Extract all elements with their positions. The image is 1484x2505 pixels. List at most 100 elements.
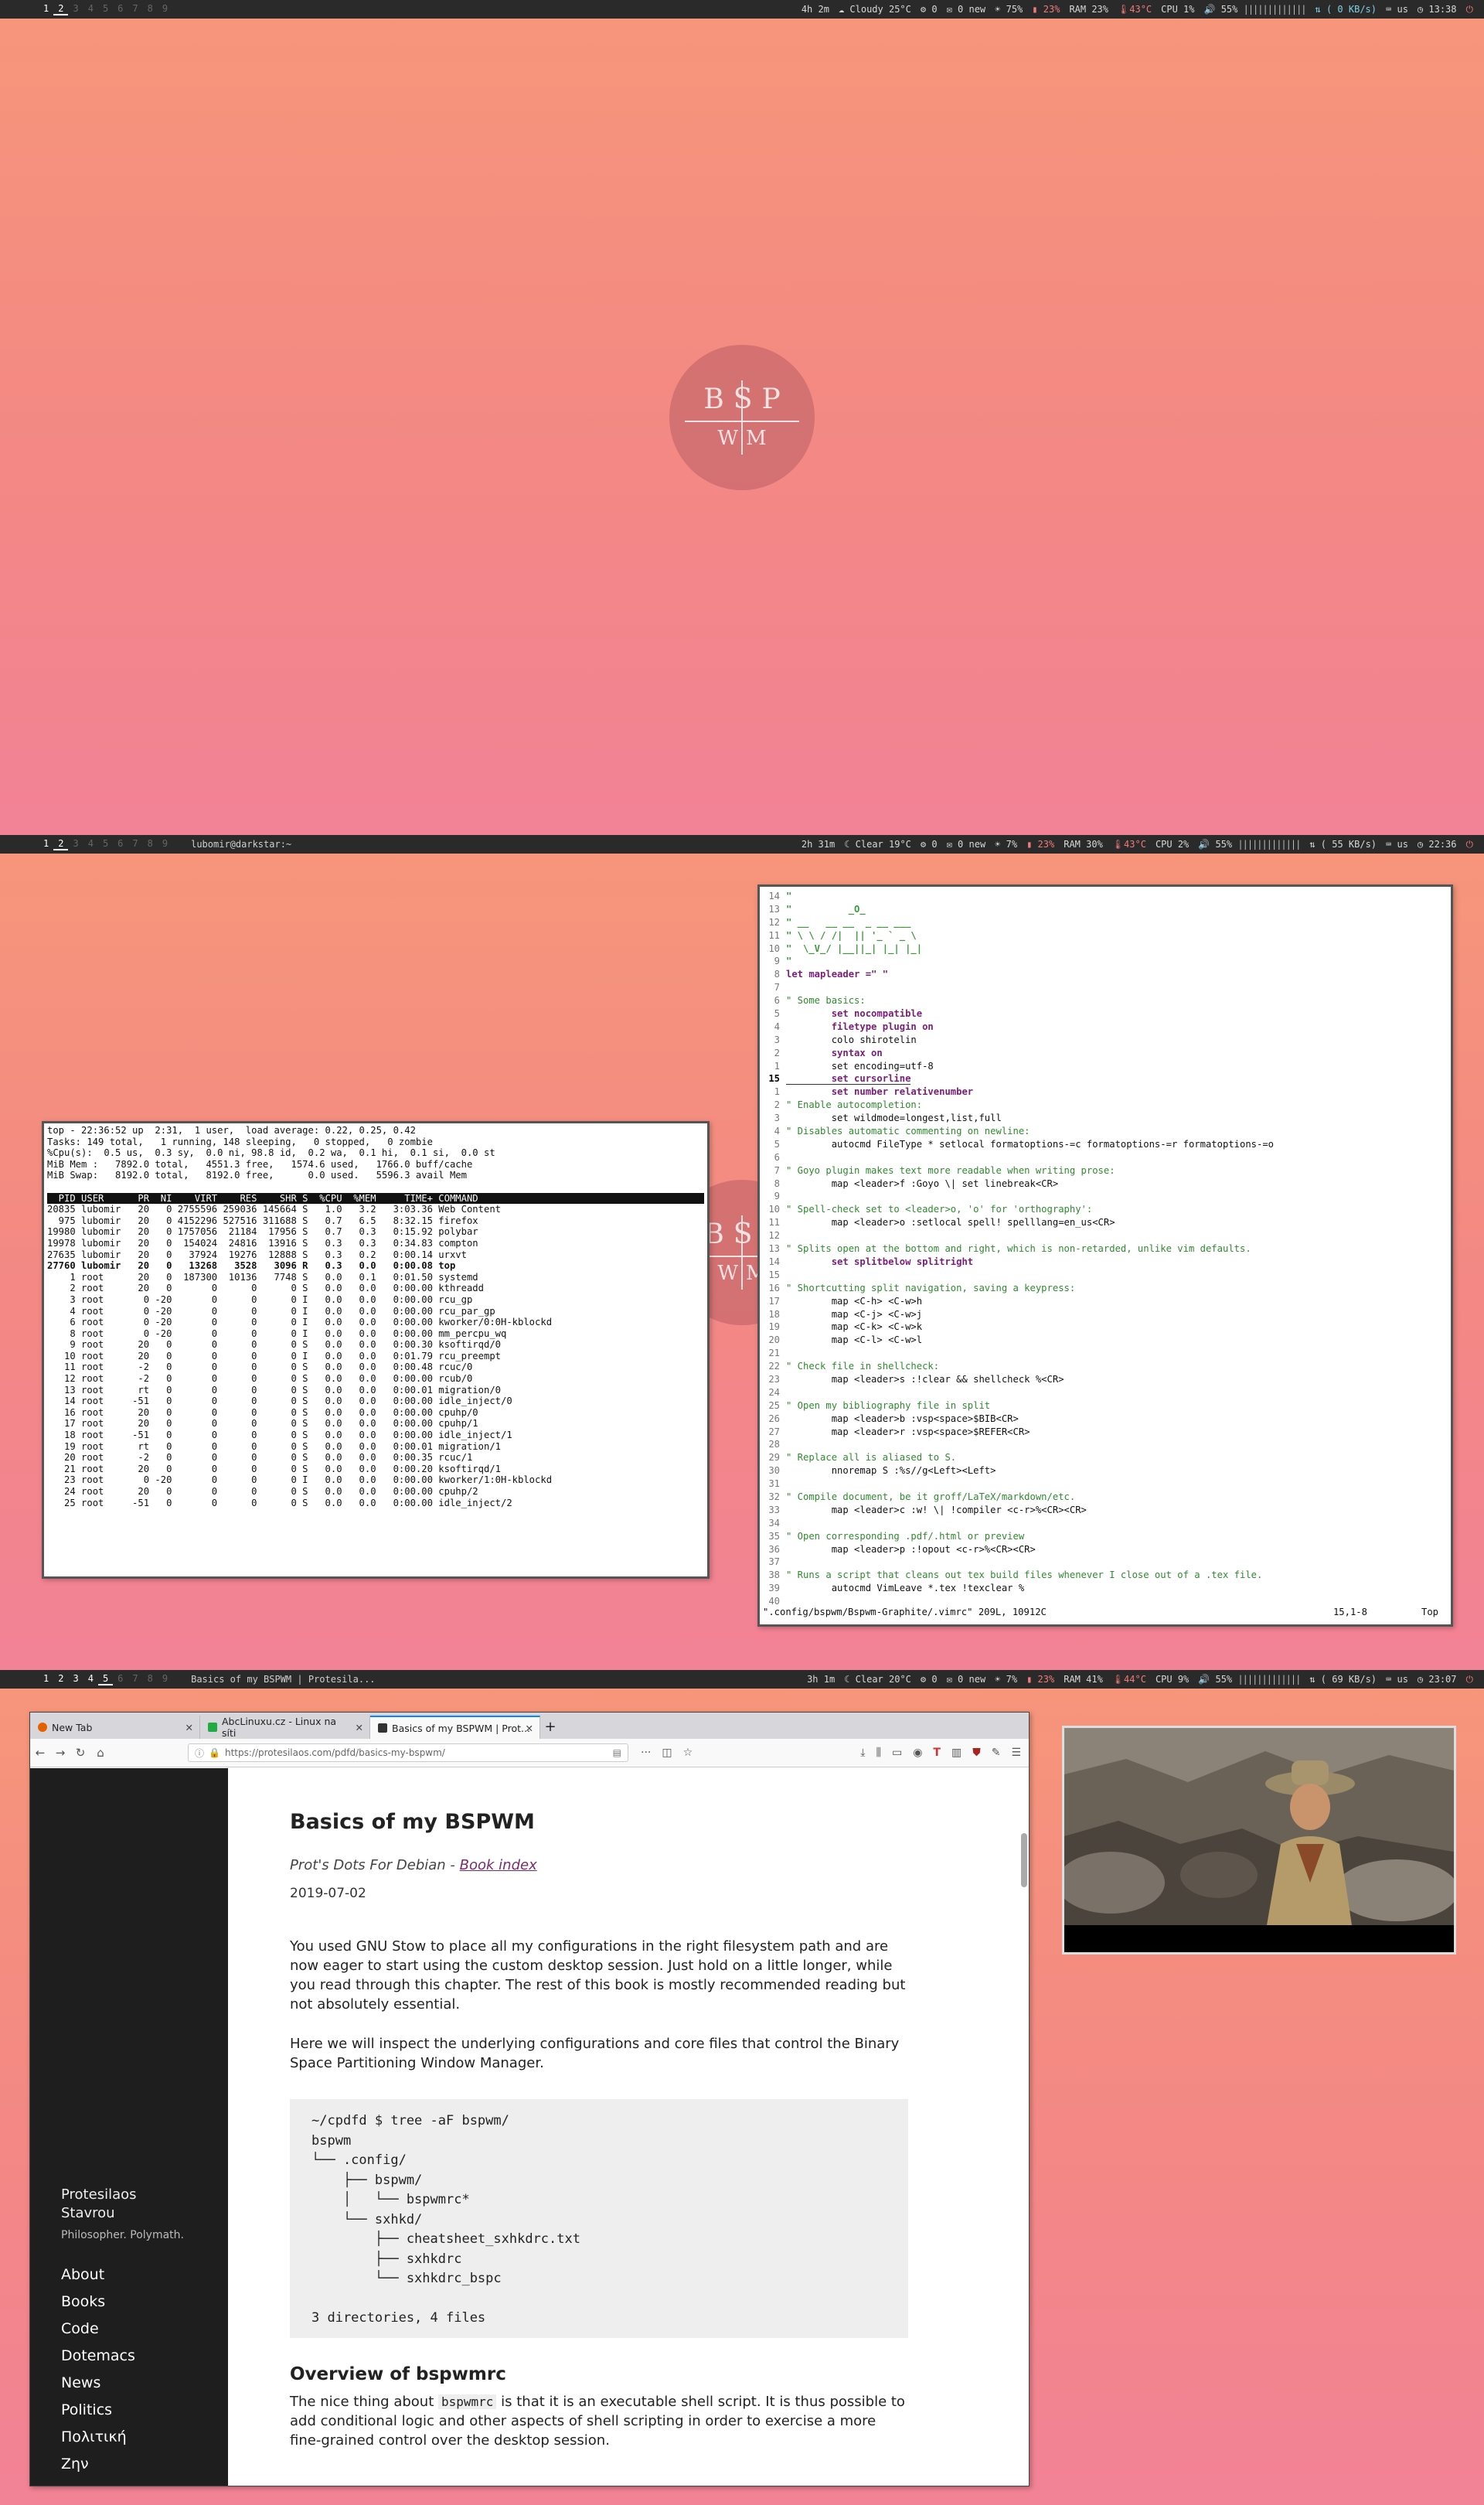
workspace-5[interactable]: 5 xyxy=(98,3,113,15)
site-favicon-icon xyxy=(208,1723,217,1732)
process-row: 21 root 20 0 0 0 0 S 0.0 0.0 0:00.20 kso… xyxy=(47,1463,501,1474)
volume-bar[interactable]: ||||||||||||| xyxy=(1244,4,1307,15)
workspace-1[interactable]: 1 xyxy=(39,838,53,850)
nav-link-about[interactable]: About xyxy=(61,2261,135,2289)
workspace-6[interactable]: 6 xyxy=(113,1673,128,1685)
back-icon[interactable]: ← xyxy=(30,1746,50,1760)
vim-line: 10 " \_V_/ |__||_| |_| |_| xyxy=(763,942,1448,956)
workspace-7[interactable]: 7 xyxy=(128,838,142,850)
download-icon[interactable]: ⤓ xyxy=(860,1747,865,1759)
tab-basics-bspwm[interactable]: Basics of my BSPWM | Prot... ✕ xyxy=(370,1716,540,1739)
top-terminal-window[interactable]: top - 22:36:52 up 2:31, 1 user, load ave… xyxy=(42,1121,710,1579)
workspace-7[interactable]: 7 xyxy=(128,1673,142,1685)
bookmark-star-icon[interactable]: ☆ xyxy=(683,1747,693,1759)
workspace-list[interactable]: 1 2 3 4 5 6 7 8 9 xyxy=(39,838,172,850)
nav-bar: ← → ↻ ⌂ ⓘ 🔒 https://protesilaos.com/pdfd… xyxy=(30,1739,1029,1767)
reader-view-icon[interactable]: ▤ xyxy=(613,1747,621,1758)
site-author[interactable]: Protesilaos Stavrou xyxy=(61,2186,137,2223)
extension-reader-icon[interactable]: ▥ xyxy=(951,1747,962,1759)
workspace-4[interactable]: 4 xyxy=(83,838,98,850)
workspace-list[interactable]: 1 2 3 4 5 6 7 8 9 xyxy=(39,1673,172,1685)
extension-t-icon[interactable]: T xyxy=(933,1747,941,1759)
account-icon[interactable]: ◉ xyxy=(913,1747,922,1759)
workspace-7[interactable]: 7 xyxy=(128,3,142,15)
process-row: 19978 lubomir 20 0 154024 24816 13916 S … xyxy=(47,1237,478,1249)
volume[interactable]: 🔊 55% ||||||||||||| xyxy=(1198,1674,1301,1685)
top-column-header: PID USER PR NI VIRT RES SHR S %CPU %MEM … xyxy=(47,1192,704,1205)
vim-line: 1 set number relativenumber xyxy=(763,1086,1448,1099)
library-icon[interactable]: ⫼ xyxy=(876,1747,881,1759)
workspace-8[interactable]: 8 xyxy=(143,1673,158,1685)
volume[interactable]: 🔊 55% ||||||||||||| xyxy=(1204,4,1307,15)
new-tab-button[interactable]: + xyxy=(540,1716,560,1739)
workspace-4[interactable]: 4 xyxy=(83,1673,98,1685)
workspace-2[interactable]: 2 xyxy=(53,838,69,850)
nav-link-news[interactable]: News xyxy=(61,2370,135,2397)
line-number: 20 xyxy=(768,1334,780,1346)
workspace-list[interactable]: 1 2 3 4 5 6 7 8 9 xyxy=(39,3,172,15)
vim-buffer[interactable]: 14 " 13 " _O_ 12 " __ __ __ _ __ ___ 11 " \ \ /… xyxy=(763,890,1448,1608)
extension-pen-icon[interactable]: ✎ xyxy=(992,1747,1001,1759)
video-window[interactable] xyxy=(1062,1726,1456,1955)
reload-icon[interactable]: ↻ xyxy=(70,1746,90,1760)
url-bar[interactable]: ⓘ 🔒 https://protesilaos.com/pdfd/basics-… xyxy=(188,1743,628,1762)
workspace-4[interactable]: 4 xyxy=(83,3,98,15)
volume-bar[interactable]: ||||||||||||| xyxy=(1237,1674,1301,1685)
nav-link-zin[interactable]: Ζην xyxy=(61,2451,135,2478)
nav-link-politics[interactable]: Politics xyxy=(61,2397,135,2424)
workspace-6[interactable]: 6 xyxy=(113,838,128,850)
tab-abclinuxu[interactable]: AbcLinuxu.cz - Linux na síti ✕ xyxy=(200,1716,370,1739)
logo-bottom: WM xyxy=(717,427,774,450)
nav-link-dotemacs[interactable]: Dotemacs xyxy=(61,2343,135,2370)
more-actions-icon[interactable]: ··· xyxy=(641,1747,651,1759)
ram: RAM 23% xyxy=(1069,4,1109,15)
line-number: 38 xyxy=(768,1569,780,1581)
vim-line: 16 " Shortcutting split navigation, savin… xyxy=(763,1282,1448,1295)
toolbar: ⤓ ⫼ ▭ ◉ T ▥ ⛊ ✎ ☰ xyxy=(860,1747,1021,1759)
firefox-window[interactable]: New Tab ✕ AbcLinuxu.cz - Linux na síti ✕ B… xyxy=(29,1712,1030,2486)
ublock-icon[interactable]: ⛊ xyxy=(972,1747,981,1759)
volume-bar[interactable]: ||||||||||||| xyxy=(1237,839,1301,850)
workspace-3[interactable]: 3 xyxy=(68,3,83,15)
pocket-icon[interactable]: ◫ xyxy=(662,1747,672,1759)
power-icon[interactable]: ⏻ xyxy=(1466,839,1474,850)
workspace-3[interactable]: 3 xyxy=(68,1673,83,1685)
vim-terminal-window[interactable]: 14 " 13 " _O_ 12 " __ __ __ _ __ ___ 11 " \ \ /… xyxy=(757,884,1453,1627)
forward-icon[interactable]: → xyxy=(50,1746,70,1760)
workspace-2[interactable]: 2 xyxy=(53,3,69,15)
volume[interactable]: 🔊 55% ||||||||||||| xyxy=(1198,839,1301,850)
url-text[interactable]: https://protesilaos.com/pdfd/basics-my-b… xyxy=(225,1747,445,1758)
power-icon[interactable]: ⏻ xyxy=(1466,1674,1474,1685)
info-icon[interactable]: ⓘ xyxy=(195,1747,204,1760)
workspace-1[interactable]: 1 xyxy=(39,1673,53,1685)
process-row: 20835 lubomir 20 0 2755596 259036 145664… xyxy=(47,1204,501,1215)
nav-link-code[interactable]: Code xyxy=(61,2316,135,2343)
nav-link-politiki[interactable]: Πολιτική xyxy=(61,2424,135,2451)
nav-link-books[interactable]: Books xyxy=(61,2289,135,2316)
close-icon[interactable]: ✕ xyxy=(186,1722,193,1733)
sidebar-icon[interactable]: ▭ xyxy=(892,1747,902,1759)
workspace-9[interactable]: 9 xyxy=(158,3,172,15)
workspace-5[interactable]: 5 xyxy=(97,1673,114,1685)
home-icon[interactable]: ⌂ xyxy=(90,1746,111,1760)
workspace-1[interactable]: 1 xyxy=(39,3,53,15)
power-icon[interactable]: ⏻ xyxy=(1466,4,1474,15)
workspace-8[interactable]: 8 xyxy=(143,838,158,850)
workspace-9[interactable]: 9 xyxy=(158,838,172,850)
line-number: 10 xyxy=(768,942,780,954)
close-icon[interactable]: ✕ xyxy=(356,1722,363,1733)
workspace-8[interactable]: 8 xyxy=(143,3,158,15)
tab-new-tab[interactable]: New Tab ✕ xyxy=(30,1716,200,1739)
workspace-9[interactable]: 9 xyxy=(158,1673,172,1685)
workspace-3[interactable]: 3 xyxy=(68,838,83,850)
workspace-2[interactable]: 2 xyxy=(53,1673,68,1685)
line-number: 30 xyxy=(768,1465,780,1477)
book-index-link[interactable]: Book index xyxy=(460,1857,537,1873)
line-text: " Open my bibliography file in split xyxy=(786,1399,991,1411)
workspace-6[interactable]: 6 xyxy=(113,3,128,15)
workspace-5[interactable]: 5 xyxy=(98,838,113,850)
scrollbar[interactable] xyxy=(1021,1833,1027,1887)
process-row: 11 root -2 0 0 0 0 S 0.0 0.0 0:00.48 rcu… xyxy=(47,1362,473,1373)
close-icon[interactable]: ✕ xyxy=(526,1723,533,1734)
menu-icon[interactable]: ☰ xyxy=(1011,1747,1021,1759)
